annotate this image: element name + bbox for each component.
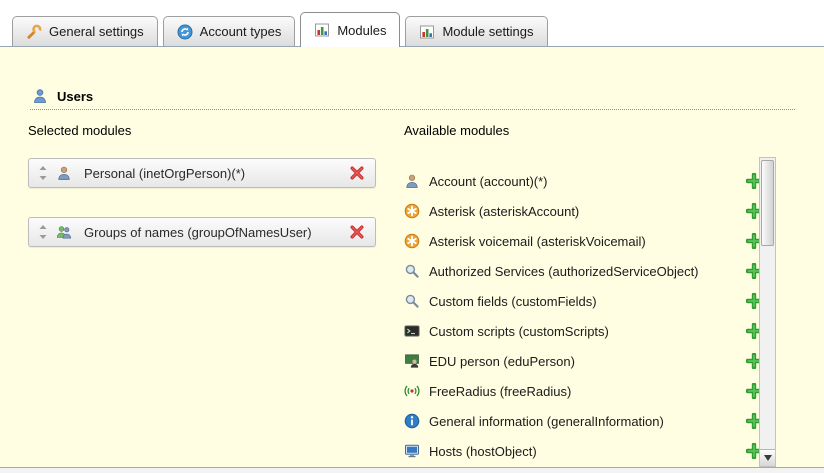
arrow-down-icon — [764, 455, 772, 461]
group-icon — [56, 224, 72, 240]
section-divider — [30, 109, 795, 110]
chart-icon — [314, 22, 330, 38]
available-module-row: Asterisk voicemail (asteriskVoicemail) — [404, 226, 762, 256]
tab-label: Account types — [200, 24, 282, 39]
scroll-down-button[interactable] — [760, 449, 775, 466]
tab-modules[interactable]: Modules — [300, 12, 400, 47]
console-icon — [404, 323, 420, 339]
available-modules-heading: Available modules — [404, 123, 509, 138]
available-module-row: Account (account)(*) — [404, 166, 762, 196]
lam-configuration-window: General settings Account types Modules M… — [0, 0, 824, 473]
user-icon — [32, 88, 48, 104]
edu-person-icon — [404, 353, 420, 369]
available-module-row: Hosts (hostObject) — [404, 436, 762, 466]
sort-handle-icon[interactable] — [38, 165, 48, 181]
section-header-users: Users — [32, 88, 93, 104]
person-icon — [56, 165, 72, 181]
selected-modules-list: Personal (inetOrgPerson)(*) Groups of na… — [28, 158, 376, 276]
section-title: Users — [57, 89, 93, 104]
available-module-row: Authorized Services (authorizedServiceOb… — [404, 256, 762, 286]
available-module-row: EDU person (eduPerson) — [404, 346, 762, 376]
magnifier-icon — [404, 263, 420, 279]
asterisk-icon — [404, 233, 420, 249]
available-module-row: Custom scripts (customScripts) — [404, 316, 762, 346]
module-label: FreeRadius (freeRadius) — [429, 384, 571, 399]
tab-strip: General settings Account types Modules M… — [12, 12, 548, 46]
selected-module-row: Personal (inetOrgPerson)(*) — [28, 158, 376, 188]
available-module-row: FreeRadius (freeRadius) — [404, 376, 762, 406]
panel-bottom-edge — [0, 467, 824, 473]
person-icon — [404, 173, 420, 189]
asterisk-icon — [404, 203, 420, 219]
module-label: Hosts (hostObject) — [429, 444, 537, 459]
module-label: Account (account)(*) — [429, 174, 548, 189]
available-module-row: General information (generalInformation) — [404, 406, 762, 436]
module-label: Custom scripts (customScripts) — [429, 324, 609, 339]
tab-label: Modules — [337, 23, 386, 38]
radius-signal-icon — [404, 383, 420, 399]
remove-module-button[interactable] — [348, 223, 366, 241]
sort-handle-icon[interactable] — [38, 224, 48, 240]
delete-icon — [349, 165, 365, 181]
host-icon — [404, 443, 420, 459]
available-module-row: Asterisk (asteriskAccount) — [404, 196, 762, 226]
selected-modules-heading: Selected modules — [28, 123, 131, 138]
module-label: Groups of names (groupOfNamesUser) — [80, 225, 340, 240]
module-label: Personal (inetOrgPerson)(*) — [80, 166, 340, 181]
remove-module-button[interactable] — [348, 164, 366, 182]
module-label: EDU person (eduPerson) — [429, 354, 575, 369]
module-label: Authorized Services (authorizedServiceOb… — [429, 264, 699, 279]
scrollbar-thumb[interactable] — [761, 160, 774, 246]
selected-module-row: Groups of names (groupOfNamesUser) — [28, 217, 376, 247]
tab-label: General settings — [49, 24, 144, 39]
tools-icon — [26, 24, 42, 40]
module-label: General information (generalInformation) — [429, 414, 664, 429]
available-modules-list: Account (account)(*) Asterisk (asteriskA… — [404, 166, 762, 466]
refresh-icon — [177, 24, 193, 40]
tab-module-settings[interactable]: Module settings — [405, 16, 547, 46]
tab-account-types[interactable]: Account types — [163, 16, 296, 46]
available-list-scrollbar[interactable] — [759, 157, 776, 467]
available-module-row: Custom fields (customFields) — [404, 286, 762, 316]
chart-icon — [419, 24, 435, 40]
module-label: Asterisk (asteriskAccount) — [429, 204, 579, 219]
info-icon — [404, 413, 420, 429]
tab-label: Module settings — [442, 24, 533, 39]
delete-icon — [349, 224, 365, 240]
module-label: Asterisk voicemail (asteriskVoicemail) — [429, 234, 646, 249]
tab-bar: General settings Account types Modules M… — [0, 0, 824, 47]
module-label: Custom fields (customFields) — [429, 294, 597, 309]
magnifier-icon — [404, 293, 420, 309]
tab-general-settings[interactable]: General settings — [12, 16, 158, 46]
